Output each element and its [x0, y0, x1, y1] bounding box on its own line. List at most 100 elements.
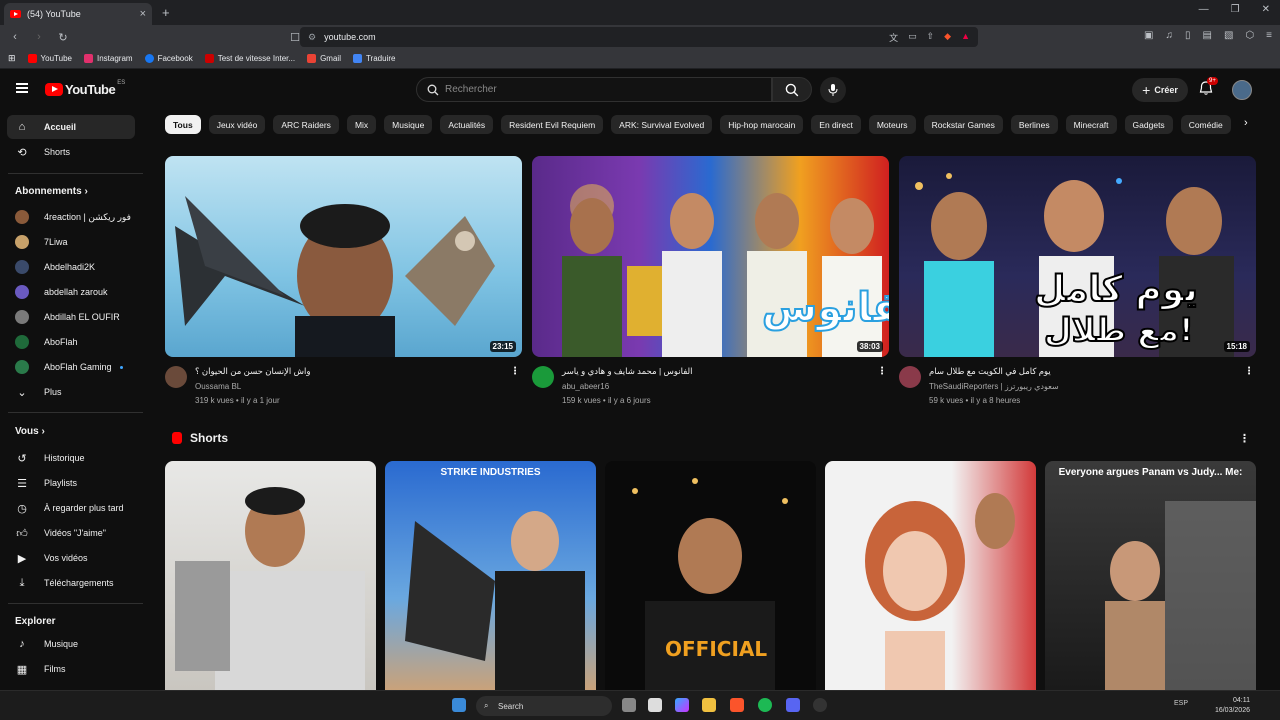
browser-tab[interactable]: (54) YouTube ×	[4, 3, 152, 25]
sidebar-item-films[interactable]: ▦ Films	[7, 657, 135, 681]
file-explorer-icon[interactable]	[702, 698, 716, 712]
close-window-icon[interactable]: ✕	[1262, 4, 1270, 15]
site-info-icon[interactable]: ⚙	[308, 32, 316, 43]
minimize-icon[interactable]: —	[1199, 4, 1209, 15]
sidebar-sub-item[interactable]: AboFlah Gaming	[7, 355, 135, 379]
chip[interactable]: Minecraft	[1065, 115, 1117, 134]
translate-icon[interactable]: 文	[889, 31, 898, 44]
sidebar-sub-item[interactable]: 4reaction | فور ريكشن	[7, 205, 135, 229]
short-card[interactable]: STRIKE INDUSTRIES	[385, 461, 596, 690]
chip[interactable]: Resident Evil Requiem	[501, 115, 604, 134]
forward-icon[interactable]: ›	[30, 31, 48, 43]
apps-grid-icon[interactable]: ⊞	[8, 53, 16, 64]
video-thumbnail[interactable]: يوم كامل مع طلال! 15:18	[899, 156, 1256, 357]
chip[interactable]: Comédie	[1180, 115, 1231, 134]
sidebar-item-liked[interactable]: 👍︎ Vidéos "J'aime"	[7, 521, 135, 545]
create-button[interactable]: + Créer	[1132, 78, 1188, 102]
account-avatar[interactable]	[1232, 80, 1252, 100]
extension-icon[interactable]: ▣	[1144, 30, 1153, 41]
sidebar-item-watch-later[interactable]: ◷ À regarder plus tard	[7, 496, 135, 520]
you-heading[interactable]: Vous ›	[15, 426, 45, 437]
back-icon[interactable]: ‹	[6, 31, 24, 43]
channel-name[interactable]: Oussama BL	[195, 382, 241, 391]
sidebar-icon[interactable]: ▯	[1185, 30, 1191, 41]
video-card[interactable]: يوم كامل مع طلال! 15:18 يوم كامل في الكو…	[899, 156, 1256, 406]
bookmark-item[interactable]: Instagram	[83, 54, 133, 63]
wallet-icon[interactable]: ▧	[1224, 30, 1233, 41]
new-tab-icon[interactable]: +	[162, 5, 170, 20]
chip[interactable]: Tous	[165, 115, 201, 134]
sidebar-sub-item[interactable]: 7Liwa	[7, 230, 135, 254]
system-clock[interactable]: 04:11 16/03/2026	[1215, 696, 1250, 716]
sidebar-item-more[interactable]: ⌄ Plus	[7, 380, 135, 404]
sidebar-sub-item[interactable]: Abdelhadi2K	[7, 255, 135, 279]
video-card[interactable]: 23:15 واش الإنسان حسن من الحيوان ؟ Oussa…	[165, 156, 522, 406]
windows-start-icon[interactable]	[452, 698, 466, 712]
brave-shield-icon[interactable]: ◆	[944, 31, 951, 44]
notifications-button[interactable]: 9+	[1198, 77, 1218, 98]
chevron-right-icon[interactable]: ›	[1244, 117, 1248, 129]
channel-avatar[interactable]	[899, 366, 921, 388]
sidebar-item-home[interactable]: ⌂ Accueil	[7, 115, 135, 139]
short-card[interactable]	[825, 461, 1036, 690]
video-title[interactable]: يوم كامل في الكويت مع طلال سام	[929, 366, 1239, 377]
chip[interactable]: Musique	[384, 115, 433, 134]
rewards-icon[interactable]: ▲	[961, 31, 970, 44]
sidebar-item-music[interactable]: ♪ Musique	[7, 632, 135, 656]
chip[interactable]: Berlines	[1010, 115, 1058, 134]
channel-name[interactable]: TheSaudiReporters | سعودي ريبورترز	[929, 382, 1059, 391]
taskbar-search[interactable]: ⌕ Search	[476, 696, 612, 716]
chip[interactable]: Gadgets	[1124, 115, 1173, 134]
menu-icon[interactable]: ≡	[1266, 30, 1272, 41]
hamburger-menu-icon[interactable]	[16, 83, 28, 93]
brave-icon[interactable]	[730, 698, 744, 712]
more-vert-icon[interactable]: ⋮	[1239, 432, 1250, 445]
short-card[interactable]	[165, 461, 376, 690]
search-input[interactable]	[445, 84, 745, 95]
bookmark-item[interactable]: Test de vitesse Inter...	[204, 54, 295, 63]
spotify-icon[interactable]	[758, 698, 772, 712]
reading-list-icon[interactable]: ▤	[1203, 30, 1212, 41]
url-bar[interactable]: ⚙ youtube.com 文 ▭ ⇧ ◆ ▲	[300, 27, 978, 47]
sidebar-item-shorts[interactable]: ⟲ Shorts	[7, 140, 135, 164]
more-vert-icon[interactable]: ⋮	[877, 366, 887, 377]
chip[interactable]: Mix	[346, 115, 377, 134]
chip[interactable]: Moteurs	[868, 115, 916, 134]
video-title[interactable]: الفانوس | محمد شايف و هادي و ياسر	[562, 366, 872, 377]
task-view-icon[interactable]	[622, 698, 636, 712]
chip[interactable]: Actualités	[440, 115, 494, 134]
sidebar-sub-item[interactable]: abdellah zarouk	[7, 280, 135, 304]
cast-icon[interactable]: ▭	[908, 31, 917, 44]
chip[interactable]: Hip-hop marocain	[720, 115, 804, 134]
short-card[interactable]: OFFICIAL	[605, 461, 816, 690]
close-tab-icon[interactable]: ×	[140, 8, 146, 20]
language-indicator[interactable]: ESP	[1174, 700, 1188, 707]
bookmark-item[interactable]: Facebook	[144, 54, 193, 63]
sidebar-item-history[interactable]: ↺ Historique	[7, 446, 135, 470]
sidebar-item-your-videos[interactable]: ▶ Vos vidéos	[7, 546, 135, 570]
share-icon[interactable]: ⇧	[927, 31, 935, 44]
vpn-icon[interactable]: ⬡	[1245, 30, 1254, 41]
sidebar-item-playlists[interactable]: ☰ Playlists	[7, 471, 135, 495]
chip[interactable]: Jeux vidéo	[208, 115, 266, 134]
bookmark-item[interactable]: YouTube	[27, 54, 72, 63]
maximize-icon[interactable]: ❐	[1231, 4, 1240, 15]
bookmark-item[interactable]: Traduire	[352, 54, 395, 63]
video-thumbnail[interactable]: 23:15	[165, 156, 522, 357]
voice-search-button[interactable]	[820, 77, 846, 103]
chip[interactable]: Rockstar Games	[923, 115, 1003, 134]
bookmark-item[interactable]: Gmail	[307, 54, 341, 63]
channel-name[interactable]: abu_abeer16	[562, 382, 609, 391]
app-icon[interactable]	[813, 698, 827, 712]
more-vert-icon[interactable]: ⋮	[1244, 366, 1254, 377]
channel-avatar[interactable]	[165, 366, 187, 388]
short-card[interactable]: Everyone argues Panam vs Judy... Me:	[1045, 461, 1256, 690]
video-thumbnail[interactable]: الفانوس 38:03	[532, 156, 889, 357]
chip[interactable]: ARK: Survival Evolved	[611, 115, 713, 134]
video-card[interactable]: الفانوس 38:03 الفانوس | محمد شايف و هادي…	[532, 156, 889, 406]
youtube-logo[interactable]: YouTube ES	[45, 80, 125, 97]
sidebar-item-downloads[interactable]: ⤓ Téléchargements	[7, 571, 135, 595]
discord-icon[interactable]	[786, 698, 800, 712]
chip[interactable]: En direct	[811, 115, 861, 134]
subscriptions-heading[interactable]: Abonnements ›	[15, 186, 88, 197]
